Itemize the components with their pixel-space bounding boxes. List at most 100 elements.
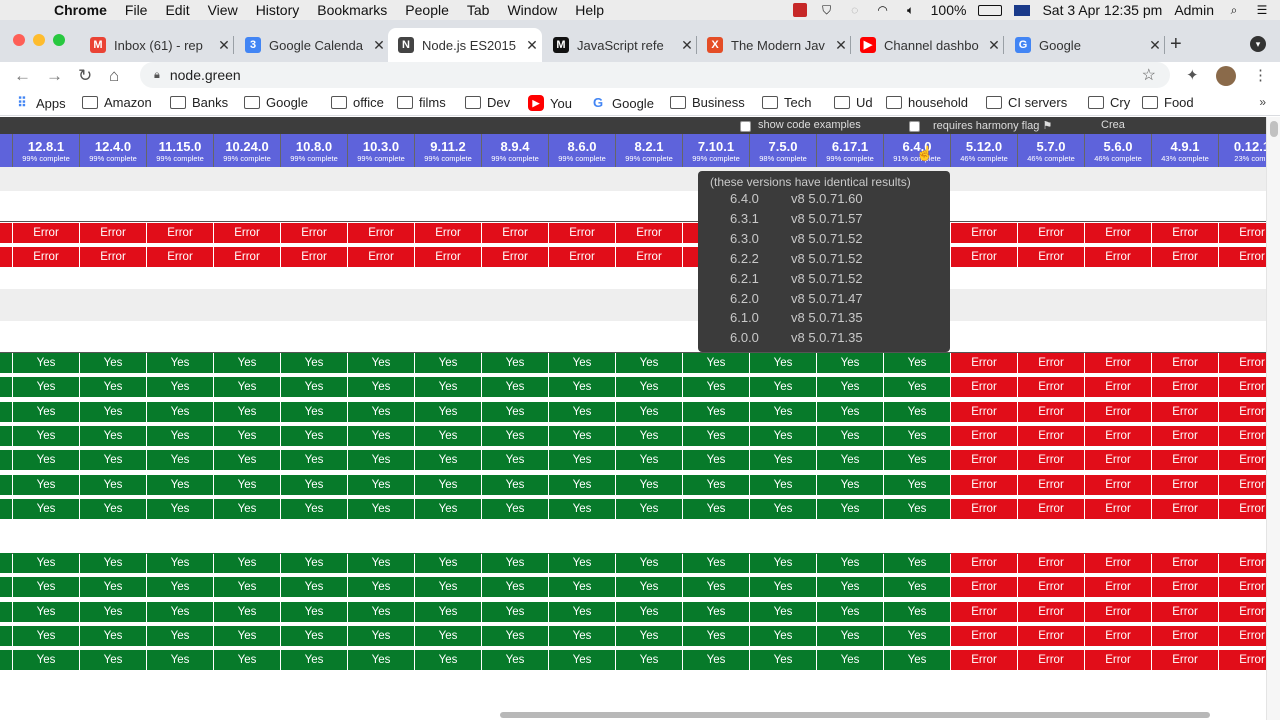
version-column-header[interactable]: 12.4.0 99% complete [80, 134, 146, 167]
result-cell-error[interactable]: Error [1018, 223, 1084, 243]
close-tab-icon[interactable]: ✕ [831, 37, 851, 54]
version-column-header[interactable]: 4.9.1 43% complete [1152, 134, 1218, 167]
result-cell-yes[interactable]: Yes [0, 650, 12, 670]
result-cell-yes[interactable]: Yes [214, 353, 280, 373]
result-cell-yes[interactable]: Yes [482, 402, 548, 422]
close-tab-icon[interactable]: ✕ [1145, 37, 1165, 54]
result-cell-error[interactable]: Error [1018, 650, 1084, 670]
result-cell-yes[interactable]: Yes [13, 377, 79, 397]
result-cell-yes[interactable]: Yes [482, 553, 548, 573]
result-cell-yes[interactable]: Yes [415, 650, 481, 670]
result-cell-yes[interactable]: Yes [348, 475, 414, 495]
result-cell-yes[interactable]: Yes [281, 602, 347, 622]
result-cell-error[interactable]: Error [616, 247, 682, 267]
horizontal-scroll-thumb[interactable] [500, 712, 1210, 718]
result-cell-error[interactable]: Error [1152, 247, 1218, 267]
result-cell-yes[interactable]: Yes [616, 450, 682, 470]
result-cell-error[interactable]: Error [1085, 499, 1151, 519]
menu-history[interactable]: History [256, 2, 300, 18]
result-cell-error[interactable]: Error [482, 247, 548, 267]
result-cell-yes[interactable]: Yes [348, 626, 414, 646]
result-cell-yes[interactable]: Yes [0, 602, 12, 622]
result-cell-yes[interactable]: Yes [683, 377, 749, 397]
tab-7[interactable]: G Google ✕ [1005, 28, 1165, 62]
result-cell-yes[interactable]: Yes [0, 450, 12, 470]
bookmark-tech[interactable]: Tech [762, 95, 811, 110]
close-tab-icon[interactable]: ✕ [677, 37, 697, 54]
result-cell-error[interactable]: Error [951, 402, 1017, 422]
result-cell-error[interactable]: Error [1018, 553, 1084, 573]
result-cell-yes[interactable]: Yes [817, 377, 883, 397]
close-tab-icon[interactable]: ✕ [522, 37, 542, 54]
result-cell-error[interactable]: Error [1219, 426, 1266, 446]
version-column-header[interactable]: 9.11.2 99% complete [415, 134, 481, 167]
user-name[interactable]: Admin [1174, 2, 1214, 18]
spinner-icon[interactable]: ◌ [847, 3, 863, 17]
version-column-header[interactable]: 8.6.0 99% complete [549, 134, 615, 167]
result-cell-yes[interactable]: Yes [482, 499, 548, 519]
result-cell-yes[interactable]: Yes [750, 402, 816, 422]
spotlight-icon[interactable]: ⌕ [1226, 3, 1242, 17]
result-cell-error[interactable]: Error [13, 247, 79, 267]
vertical-scroll-thumb[interactable] [1270, 121, 1278, 137]
extensions-icon[interactable]: ✦ [1186, 66, 1199, 84]
result-cell-error[interactable]: Error [1085, 223, 1151, 243]
result-cell-yes[interactable]: Yes [348, 602, 414, 622]
result-cell-error[interactable]: Error [1219, 223, 1266, 243]
result-cell-error[interactable]: Error [549, 247, 615, 267]
result-cell-error[interactable]: Error [1219, 626, 1266, 646]
result-cell-yes[interactable]: Yes [13, 626, 79, 646]
result-cell-error[interactable]: Error [1219, 499, 1266, 519]
result-cell-error[interactable]: Error [1085, 353, 1151, 373]
result-cell-yes[interactable]: Yes [884, 450, 950, 470]
result-cell-yes[interactable]: Yes [13, 426, 79, 446]
version-column-header[interactable]: 5.6.0 46% complete [1085, 134, 1151, 167]
result-cell-yes[interactable]: Yes [281, 353, 347, 373]
result-cell-error[interactable]: Error [951, 626, 1017, 646]
result-cell-yes[interactable]: Yes [13, 602, 79, 622]
result-cell-yes[interactable]: Yes [750, 650, 816, 670]
result-cell-yes[interactable]: Yes [214, 577, 280, 597]
result-cell-yes[interactable]: Yes [13, 353, 79, 373]
result-cell-yes[interactable]: Yes [549, 602, 615, 622]
result-cell-yes[interactable]: Yes [884, 377, 950, 397]
version-column-header[interactable]: 10.8.0 99% complete [281, 134, 347, 167]
result-cell-error[interactable]: Error [951, 247, 1017, 267]
version-column-header[interactable]: 0.12.123% comp [1219, 134, 1266, 167]
result-cell-error[interactable]: Error [0, 247, 12, 267]
result-cell-error[interactable]: Error [348, 223, 414, 243]
result-cell-yes[interactable]: Yes [415, 426, 481, 446]
result-cell-yes[interactable]: Yes [817, 602, 883, 622]
menu-people[interactable]: People [405, 2, 449, 18]
tab-4[interactable]: M JavaScript refe ✕ [543, 28, 697, 62]
result-cell-yes[interactable]: Yes [0, 626, 12, 646]
show-code-checkbox[interactable] [740, 121, 751, 132]
result-cell-yes[interactable]: Yes [147, 626, 213, 646]
tab-5[interactable]: X The Modern Jav ✕ [697, 28, 851, 62]
result-cell-yes[interactable]: Yes [348, 353, 414, 373]
bookmark-apps[interactable]: ⠿ Apps [14, 95, 65, 111]
result-cell-yes[interactable]: Yes [817, 402, 883, 422]
result-cell-yes[interactable]: Yes [549, 402, 615, 422]
result-cell-yes[interactable]: Yes [80, 626, 146, 646]
close-tab-icon[interactable]: ✕ [984, 37, 1004, 54]
result-cell-yes[interactable]: Yes [817, 650, 883, 670]
version-column-header[interactable]: 8.2.1 99% complete [616, 134, 682, 167]
version-column-header[interactable]: 7.10.1 99% complete [683, 134, 749, 167]
chrome-menu-icon[interactable]: ⋮ [1253, 66, 1268, 84]
result-cell-yes[interactable]: Yes [683, 602, 749, 622]
result-cell-yes[interactable]: Yes [13, 650, 79, 670]
result-cell-error[interactable]: Error [1018, 475, 1084, 495]
shield-icon[interactable]: ⛉ [819, 3, 835, 17]
result-cell-yes[interactable]: Yes [147, 602, 213, 622]
bookmark-amazon[interactable]: Amazon [82, 95, 152, 110]
result-cell-yes[interactable]: Yes [415, 450, 481, 470]
version-column-header[interactable]: 8.9.4 99% complete [482, 134, 548, 167]
result-cell-yes[interactable]: Yes [750, 377, 816, 397]
result-cell-yes[interactable]: Yes [616, 602, 682, 622]
result-cell-yes[interactable]: Yes [147, 499, 213, 519]
bookmark-star-icon[interactable]: ☆ [1142, 65, 1156, 85]
result-cell-yes[interactable]: Yes [13, 499, 79, 519]
zoom-window-button[interactable] [53, 34, 65, 46]
result-cell-error[interactable]: Error [1018, 602, 1084, 622]
